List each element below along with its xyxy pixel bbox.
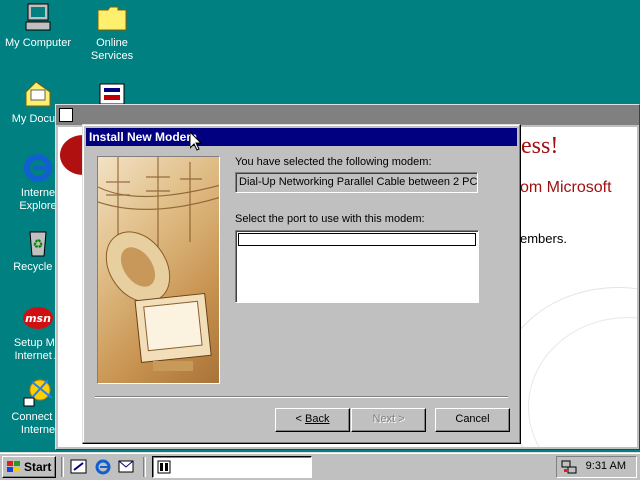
system-tray: 9:31 AM <box>556 456 637 478</box>
network-status-icon[interactable] <box>561 459 577 475</box>
button-separator <box>95 396 508 398</box>
mouse-cursor-icon <box>190 132 202 151</box>
install-new-modem-dialog: Install New Modem You have selected the … <box>82 124 521 444</box>
taskbar-separator <box>61 457 64 477</box>
window-icon <box>157 460 171 474</box>
start-button[interactable]: Start <box>2 456 56 478</box>
port-list-focus-row[interactable] <box>238 233 476 246</box>
connect-internet-icon <box>22 376 54 408</box>
page-heading: ess! <box>521 133 559 159</box>
port-select-label: Select the port to use with this modem: <box>235 213 425 225</box>
page-body-text: embers. <box>520 231 567 246</box>
msn-icon: msn <box>22 302 54 334</box>
recycle-bin-icon: ♻ <box>22 226 54 258</box>
desktop-icon-label: My Computer <box>4 37 72 49</box>
clock[interactable]: 9:31 AM <box>586 460 626 472</box>
desktop-icon-my-computer[interactable]: My Computer <box>0 2 76 50</box>
internet-explorer-icon[interactable] <box>94 458 112 476</box>
next-button[interactable]: Next > <box>351 408 426 432</box>
back-button-label: Back <box>305 413 330 425</box>
taskbar-window-button[interactable] <box>152 456 312 478</box>
show-desktop-icon[interactable] <box>70 458 88 476</box>
selected-modem-field: Dial-Up Networking Parallel Cable betwee… <box>235 172 478 193</box>
internet-explorer-icon <box>22 152 54 184</box>
back-button[interactable]: < Back <box>275 408 350 432</box>
dialog-title[interactable]: Install New Modem <box>86 128 517 146</box>
wizard-illustration <box>97 156 220 384</box>
page-subheading: om Microsoft <box>520 179 612 196</box>
selected-modem-label: You have selected the following modem: <box>235 156 432 168</box>
desktop-icon-online-services[interactable]: Online Services <box>74 2 150 63</box>
taskbar-separator <box>143 457 146 477</box>
desktop-icon-label: Online <box>96 37 128 49</box>
outlook-express-icon[interactable] <box>117 458 135 476</box>
taskbar: Start 9:31 AM <box>0 452 640 480</box>
svg-text:♻: ♻ <box>33 237 44 251</box>
svg-text:msn: msn <box>25 312 51 325</box>
start-label: Start <box>24 460 52 474</box>
background-window-titlebar[interactable] <box>56 105 639 125</box>
window-icon <box>59 108 73 122</box>
computer-icon <box>22 2 54 34</box>
folder-documents-icon <box>22 78 54 110</box>
back-button-prefix: < <box>295 413 305 425</box>
desktop-icon-label: Services <box>90 50 134 62</box>
folder-icon <box>96 2 128 34</box>
windows-logo-icon <box>7 461 20 472</box>
cancel-button[interactable]: Cancel <box>435 408 510 432</box>
port-listbox[interactable] <box>235 230 479 303</box>
